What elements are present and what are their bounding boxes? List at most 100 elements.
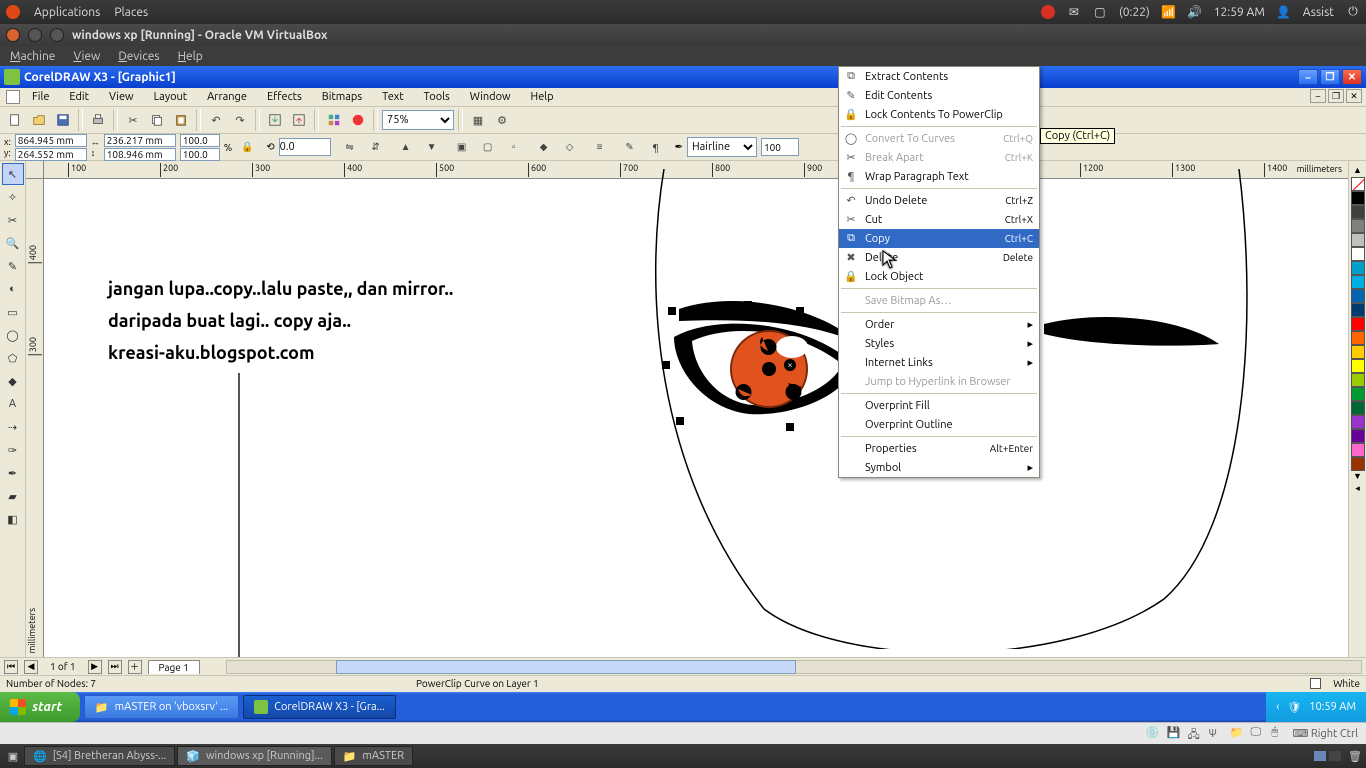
menu-file[interactable]: File bbox=[24, 89, 57, 105]
ruler-origin[interactable] bbox=[26, 161, 44, 179]
xp-task-folder[interactable]: 📁 mASTER on 'vboxsrv' ... bbox=[84, 695, 239, 719]
sel-handle-bm[interactable] bbox=[786, 423, 794, 431]
ungroup-button[interactable]: ▢ bbox=[477, 136, 499, 158]
vbox-mouse-icon[interactable]: 🖱 bbox=[1271, 726, 1286, 741]
vbox-hdd-icon[interactable]: 💿 bbox=[1145, 726, 1160, 741]
status-fill-swatch[interactable] bbox=[1310, 678, 1321, 689]
print-button[interactable] bbox=[87, 109, 109, 131]
scale-x-field[interactable] bbox=[180, 134, 220, 147]
sel-center-x[interactable]: × bbox=[784, 359, 796, 371]
pick-tool[interactable]: ↖ bbox=[2, 163, 24, 185]
swatch[interactable] bbox=[1351, 247, 1365, 261]
corel-close-button[interactable]: ✕ bbox=[1342, 69, 1362, 85]
swatch[interactable] bbox=[1351, 303, 1365, 317]
outline-pct[interactable] bbox=[761, 138, 799, 156]
workspace-switcher[interactable] bbox=[1313, 750, 1342, 762]
ctx-copy[interactable]: ⧉CopyCtrl+C bbox=[839, 229, 1039, 248]
doc-close-button[interactable]: ✕ bbox=[1346, 89, 1362, 103]
vbox-menu-help[interactable]: Help bbox=[178, 50, 203, 63]
swatch[interactable] bbox=[1351, 275, 1365, 289]
size-w-field[interactable] bbox=[104, 134, 176, 147]
rectangle-tool[interactable]: ▭ bbox=[2, 301, 24, 323]
user-icon[interactable]: 👤 bbox=[1277, 5, 1291, 19]
mirror-v-button[interactable]: ⇵ bbox=[365, 136, 387, 158]
polygon-tool[interactable]: ⬠ bbox=[2, 347, 24, 369]
save-button[interactable] bbox=[52, 109, 74, 131]
ctx-edit-contents[interactable]: ✎Edit Contents bbox=[839, 86, 1039, 105]
swatch[interactable] bbox=[1351, 219, 1365, 233]
outline-tool[interactable]: ✒ bbox=[2, 462, 24, 484]
hscroll-thumb[interactable] bbox=[336, 660, 796, 674]
drawing-canvas[interactable]: jangan lupa..copy..lalu paste,, dan mirr… bbox=[44, 179, 1348, 657]
lock-ratio-button[interactable]: 🔒 bbox=[236, 136, 258, 158]
convert-curves-button[interactable]: ✎ bbox=[619, 136, 641, 158]
interactive-blend-tool[interactable]: ⇢ bbox=[2, 416, 24, 438]
basic-shapes-tool[interactable]: ◆ bbox=[2, 370, 24, 392]
ctx-cut[interactable]: ✂CutCtrl+X bbox=[839, 210, 1039, 229]
sel-handle-tl[interactable] bbox=[668, 307, 676, 315]
swatch[interactable] bbox=[1351, 289, 1365, 303]
break-button[interactable]: ◇ bbox=[559, 136, 581, 158]
xp-task-corel[interactable]: CorelDRAW X3 - [Gra... bbox=[243, 695, 396, 719]
vbox-optical-icon[interactable]: 💾 bbox=[1166, 726, 1181, 741]
swatch[interactable] bbox=[1351, 317, 1365, 331]
ctx-properties[interactable]: PropertiesAlt+Enter bbox=[839, 439, 1039, 458]
vbox-menu-devices[interactable]: Devices bbox=[118, 50, 159, 63]
import-button[interactable] bbox=[264, 109, 286, 131]
xp-start-button[interactable]: start bbox=[0, 692, 80, 722]
mirror-h-button[interactable]: ⇋ bbox=[339, 136, 361, 158]
network-icon[interactable]: 📶 bbox=[1162, 5, 1176, 19]
ctx-internet-links[interactable]: Internet Links▸ bbox=[839, 353, 1039, 372]
ungroup-all-button[interactable]: ▫ bbox=[503, 136, 525, 158]
menu-tools[interactable]: Tools bbox=[416, 89, 458, 105]
pos-y-field[interactable] bbox=[15, 148, 87, 161]
ubuntu-menu-applications[interactable]: Applications bbox=[34, 6, 100, 19]
show-desktop-icon[interactable]: ▣ bbox=[4, 750, 22, 763]
smartfill-tool[interactable]: ◐ bbox=[2, 278, 24, 300]
palette-scroll-down[interactable]: ▼ bbox=[1353, 471, 1362, 483]
page-last[interactable]: ⏭ bbox=[108, 660, 122, 674]
corel-min-button[interactable]: – bbox=[1298, 69, 1318, 85]
open-button[interactable] bbox=[28, 109, 50, 131]
fill-tool[interactable]: ▰ bbox=[2, 485, 24, 507]
swatch[interactable] bbox=[1351, 191, 1365, 205]
ctx-overprint-outline[interactable]: Overprint Outline bbox=[839, 415, 1039, 434]
sel-handle-tm[interactable] bbox=[744, 301, 752, 309]
tray-hide-icon[interactable]: ‹ bbox=[1276, 701, 1279, 713]
corel-max-button[interactable]: ❐ bbox=[1320, 69, 1340, 85]
swatch[interactable] bbox=[1351, 415, 1365, 429]
text-tool[interactable]: A bbox=[2, 393, 24, 415]
size-h-field[interactable] bbox=[104, 148, 176, 161]
outline-width-select[interactable]: Hairline bbox=[687, 137, 757, 157]
welcome-button[interactable] bbox=[347, 109, 369, 131]
scale-y-field[interactable] bbox=[180, 148, 220, 161]
ubuntu-task-folder[interactable]: 📁mASTER bbox=[334, 746, 413, 766]
menu-text[interactable]: Text bbox=[374, 89, 412, 105]
vbox-menu-machine[interactable]: MMachineachine bbox=[10, 50, 55, 63]
vbox-shared-icon[interactable]: 📁 bbox=[1229, 726, 1244, 741]
sel-handle-ml[interactable] bbox=[662, 361, 670, 369]
eyedropper-tool[interactable]: ✑ bbox=[2, 439, 24, 461]
ctx-extract-contents[interactable]: ⧉Extract Contents bbox=[839, 67, 1039, 86]
interactive-fill-tool[interactable]: ◧ bbox=[2, 508, 24, 530]
menu-bitmaps[interactable]: Bitmaps bbox=[314, 89, 370, 105]
vbox-close-button[interactable] bbox=[6, 28, 20, 42]
vbox-max-button[interactable] bbox=[50, 28, 64, 42]
options-button[interactable]: ⚙ bbox=[491, 109, 513, 131]
palette-scroll-up[interactable]: ▲ bbox=[1353, 165, 1362, 177]
page-add[interactable]: ＋ bbox=[128, 660, 142, 674]
page-prev[interactable]: ◀ bbox=[24, 660, 38, 674]
vbox-display-icon[interactable]: 🖵 bbox=[1250, 726, 1265, 741]
to-back-button[interactable]: ▼ bbox=[421, 136, 443, 158]
page-first[interactable]: ⏮ bbox=[4, 660, 18, 674]
ctx-symbol[interactable]: Symbol▸ bbox=[839, 458, 1039, 477]
trash-icon[interactable]: 🗑 bbox=[1348, 750, 1362, 763]
swatch[interactable] bbox=[1351, 443, 1365, 457]
menu-view[interactable]: View bbox=[101, 89, 142, 105]
pos-x-field[interactable] bbox=[15, 134, 87, 147]
vbox-titlebar[interactable]: windows xp [Running] - Oracle VM Virtual… bbox=[0, 24, 1366, 46]
export-button[interactable] bbox=[288, 109, 310, 131]
menu-edit[interactable]: Edit bbox=[61, 89, 97, 105]
ctx-undo[interactable]: ↶Undo DeleteCtrl+Z bbox=[839, 191, 1039, 210]
copy-button[interactable] bbox=[146, 109, 168, 131]
